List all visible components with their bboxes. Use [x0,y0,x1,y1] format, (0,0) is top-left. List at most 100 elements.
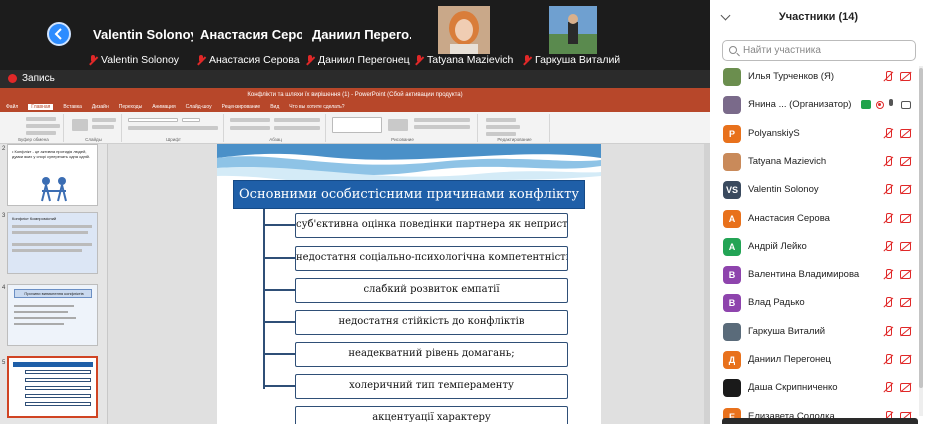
tab-home[interactable]: Главная [28,104,54,110]
participant-row[interactable]: В Влад Радько [710,289,927,317]
slide-editor: Основними особистісними причинами конфлі… [108,144,710,424]
collapse-video-button[interactable] [47,22,71,46]
camera-icon[interactable] [901,101,911,110]
connector [263,353,295,355]
connector [263,224,295,226]
panel-bottom-bar [722,418,918,424]
tile-caption: Гаркуша Виталий [523,54,620,66]
clipboard-group[interactable]: Буфер обмена [4,114,64,142]
cause-box: недостатня стійкість до конфліктів [295,310,568,335]
camera-off-icon[interactable] [900,185,911,195]
participant-row[interactable]: А Андрій Лейко [710,233,927,261]
avatar [723,322,741,341]
tile-name: Даниил Перего... [312,27,420,42]
tab-animation[interactable]: Анимация [152,104,175,110]
mic-muted-icon [523,55,531,65]
mic-muted-icon[interactable] [883,354,893,366]
participant-row[interactable]: Янина ... (Организатор) [710,91,927,119]
video-tile[interactable]: Tatyana Mazievich [411,0,514,70]
camera-off-icon[interactable] [900,326,911,336]
recording-indicator: Запись [0,70,710,88]
mic-muted-icon[interactable] [883,382,893,394]
mic-muted-icon[interactable] [883,184,893,196]
tab-review[interactable]: Рецензирование [222,104,261,110]
ribbon-tabs: Файл Главная Вставка Дизайн Переходы Ани… [0,102,710,112]
participant-row[interactable]: Гаркуша Виталий [710,318,927,346]
current-slide[interactable]: Основними особистісними причинами конфлі… [217,144,601,424]
camera-off-icon[interactable] [900,128,911,138]
cause-box: неадекватний рівень домагань; [295,342,568,367]
participant-name: Tatyana Mazievich [748,155,827,167]
panel-header: Участники (14) [710,0,927,36]
avatar: А [723,237,741,256]
tab-view[interactable]: Вид [270,104,279,110]
tile-caption: Анастасия Серова [197,54,300,66]
tab-slideshow[interactable]: Слайд-шоу [186,104,212,110]
camera-off-icon[interactable] [900,298,911,308]
slide-thumbnail[interactable]: Конфлікт Компромісний [7,212,98,274]
tile-caption: Valentin Solonoy [89,54,179,66]
participant-row[interactable]: Илья Турченков (Я) [710,63,927,91]
participant-row[interactable]: В Валентина Владимирова [710,261,927,289]
tab-design[interactable]: Дизайн [92,104,109,110]
mic-muted-icon[interactable] [883,297,893,309]
participant-row[interactable]: Даша Скрипниченко [710,374,927,402]
participants-scrollbar-thumb[interactable] [919,68,923,388]
tile-name: Анастасия Серо... [200,27,316,42]
drawing-group[interactable]: Рисование [328,114,478,142]
avatar [723,96,741,115]
mic-muted-icon[interactable] [883,240,893,253]
participant-row[interactable]: Д Даниил Перегонец [710,346,927,374]
participants-panel: Участники (14) Найти участника Илья Турч… [710,0,927,424]
mic-muted-icon[interactable] [883,155,893,168]
participant-row[interactable]: P PolyanskiyS [710,120,927,148]
search-input[interactable]: Найти участника [722,40,916,61]
avatar: VS [723,181,741,200]
tab-transitions[interactable]: Переходы [119,104,142,110]
tile-caption: Tatyana Mazievich [415,54,513,66]
tile-caption: Даниил Перегонец [306,54,410,66]
camera-off-icon[interactable] [900,241,911,251]
camera-off-icon[interactable] [900,213,911,223]
participant-name: Илья Турченков (Я) [748,71,834,82]
avatar [723,68,741,86]
slide-thumbnail[interactable]: • Конфлікт - це активна протидія людей, … [7,144,98,206]
slide-thumbnail-selected[interactable] [7,356,98,418]
editing-group[interactable]: Редактирование [480,114,550,142]
connector [263,257,295,259]
avatar: Д [723,351,741,369]
cause-box: холеричний тип темпераменту [295,374,568,399]
camera-off-icon[interactable] [900,355,911,364]
avatar: P [723,124,741,143]
video-tile[interactable]: Даниил Перего... Даниил Перегонец [302,0,420,70]
video-tile[interactable]: Гаркуша Виталий [519,0,622,70]
camera-off-icon[interactable] [900,383,911,393]
mic-icon[interactable] [888,99,894,110]
camera-off-icon[interactable] [900,156,911,166]
avatar: В [723,294,741,313]
connector [263,385,295,387]
mic-muted-icon [415,55,423,65]
tab-file[interactable]: Файл [6,104,18,110]
screen-share-icon [861,100,871,110]
mic-muted-icon[interactable] [883,127,893,140]
mic-muted-icon[interactable] [883,71,893,83]
cause-box: акцентуації характеру [295,406,568,424]
slide-thumbnail[interactable]: Причини виникнення конфліктів [7,284,98,346]
participant-row[interactable]: А Анастасия Серова [710,205,927,233]
camera-off-icon[interactable] [900,270,911,280]
tab-insert[interactable]: Вставка [63,104,82,110]
connector [263,289,295,291]
mic-muted-icon[interactable] [883,212,893,225]
mic-muted-icon[interactable] [883,269,893,281]
tell-me-box[interactable]: Что вы хотите сделать? [289,104,344,110]
font-group[interactable]: Шрифт [124,114,224,142]
mic-muted-icon[interactable] [883,325,893,338]
paragraph-group[interactable]: Абзац [226,114,326,142]
slides-group[interactable]: Слайды [66,114,122,142]
participant-row[interactable]: Tatyana Mazievich [710,148,927,176]
video-tile[interactable]: Анастасия Серо... Анастасия Серова [193,0,315,70]
video-tile[interactable]: Valentin Solonoy Valentin Solonoy [85,0,198,70]
camera-off-icon[interactable] [900,72,911,81]
participant-row[interactable]: VS Valentin Solonoy [710,176,927,204]
